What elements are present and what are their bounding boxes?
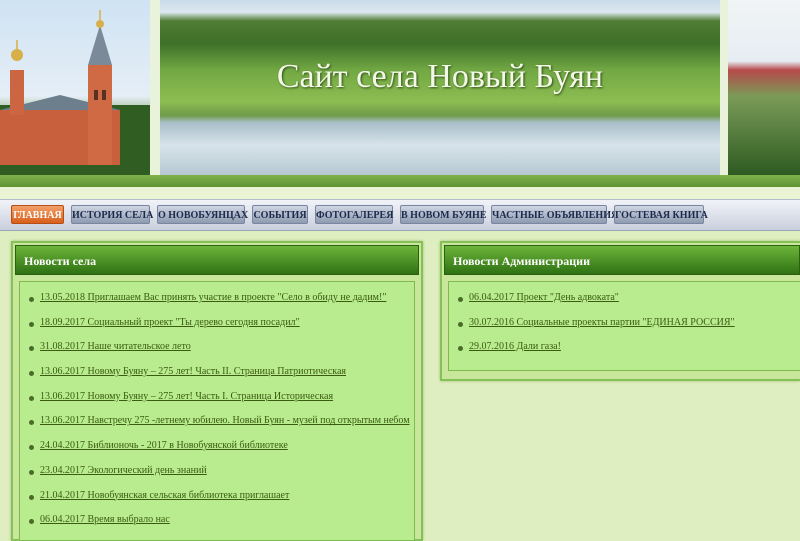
nav-private-ads[interactable]: ЧАСТНЫЕ ОБЪЯВЛЕНИЯ xyxy=(491,205,618,224)
bullet-icon xyxy=(29,445,34,451)
bullet-icon xyxy=(29,321,34,327)
list-item: 13.06.2017 Навстречу 275 -летнему юбилею… xyxy=(20,414,414,439)
list-item: 13.05.2018 Приглашаем Вас принять участи… xyxy=(20,291,414,316)
news-link[interactable]: 23.04.2017 Экологический день знаний xyxy=(40,465,207,476)
site-title: Сайт села Новый Буян xyxy=(276,58,604,95)
list-item: 13.06.2017 Новому Буяну – 275 лет! Часть… xyxy=(20,365,414,390)
news-link[interactable]: 30.07.2016 Социальные проекты партии "ЕД… xyxy=(469,317,735,328)
list-item: 30.07.2016 Социальные проекты партии "ЕД… xyxy=(449,316,800,341)
site-header: Сайт села Новый Буян xyxy=(0,0,800,175)
news-link[interactable]: 31.08.2017 Наше читательское лето xyxy=(40,341,191,352)
admin-news-title: Новости Администрации xyxy=(444,245,800,275)
nav-photo-gallery[interactable]: ФОТОГАЛЕРЕЯ xyxy=(315,205,393,224)
bullet-icon xyxy=(29,420,34,426)
village-news-panel: Новости села 13.05.2018 Приглашаем Вас п… xyxy=(11,241,423,541)
nav-in-novy-buyan[interactable]: В НОВОМ БУЯНЕ xyxy=(400,205,487,224)
list-item: 06.04.2017 Время выбрало нас xyxy=(20,513,414,538)
list-item: 31.08.2017 Наше читательское лето xyxy=(20,340,414,365)
admin-news-list: 06.04.2017 Проект "День адвоката" 30.07.… xyxy=(449,291,800,365)
nav-village-history[interactable]: ИСТОРИЯ СЕЛА xyxy=(71,205,153,224)
building-photo xyxy=(728,0,800,175)
bullet-icon xyxy=(29,494,34,500)
header-divider xyxy=(0,175,800,187)
bullet-icon xyxy=(458,321,463,327)
church-illustration xyxy=(0,10,150,175)
list-item: 06.04.2017 Проект "День адвоката" xyxy=(449,291,800,316)
bullet-icon xyxy=(29,371,34,377)
bullet-icon xyxy=(29,297,34,302)
village-news-list-box: 13.05.2018 Приглашаем Вас принять участи… xyxy=(19,281,415,541)
church-photo xyxy=(0,0,150,175)
news-link[interactable]: 29.07.2016 Дали газа! xyxy=(469,341,561,352)
news-link[interactable]: 13.06.2017 Новому Буяну – 275 лет! Часть… xyxy=(40,391,333,402)
header-spacer xyxy=(0,187,800,199)
news-link[interactable]: 13.06.2017 Навстречу 275 -летнему юбилею… xyxy=(40,415,410,426)
list-item: 24.04.2017 Библионочь - 2017 в Новобуянс… xyxy=(20,439,414,464)
news-link[interactable]: 24.04.2017 Библионочь - 2017 в Новобуянс… xyxy=(40,440,288,451)
list-item: 23.04.2017 Экологический день знаний xyxy=(20,464,414,489)
admin-news-panel: Новости Администрации 06.04.2017 Проект … xyxy=(440,241,800,381)
bullet-icon xyxy=(29,519,34,525)
news-link[interactable]: 13.06.2017 Новому Буяну – 275 лет! Часть… xyxy=(40,366,346,377)
village-news-list: 13.05.2018 Приглашаем Вас принять участи… xyxy=(20,291,414,538)
list-item: 29.07.2016 Дали газа! xyxy=(449,340,800,365)
nav-home[interactable]: ГЛАВНАЯ xyxy=(11,205,64,224)
main-nav: ГЛАВНАЯ ИСТОРИЯ СЕЛА О НОВОБУЯНЦАХ СОБЫТ… xyxy=(0,199,800,231)
list-item: 21.04.2017 Новобуянская сельская библиот… xyxy=(20,489,414,514)
news-link[interactable]: 18.09.2017 Социальный проект "Ты дерево … xyxy=(40,317,300,328)
nav-guestbook[interactable]: ГОСТЕВАЯ КНИГА xyxy=(614,205,708,224)
village-news-title: Новости села xyxy=(15,245,419,275)
news-link[interactable]: 06.04.2017 Проект "День адвоката" xyxy=(469,292,619,303)
nav-events[interactable]: СОБЫТИЯ xyxy=(252,205,308,224)
bullet-icon xyxy=(458,297,463,302)
news-link[interactable]: 13.05.2018 Приглашаем Вас принять участи… xyxy=(40,292,386,303)
list-item: 18.09.2017 Социальный проект "Ты дерево … xyxy=(20,316,414,341)
news-link[interactable]: 06.04.2017 Время выбрало нас xyxy=(40,514,170,525)
list-item: 13.06.2017 Новому Буяну – 275 лет! Часть… xyxy=(20,390,414,415)
news-link[interactable]: 21.04.2017 Новобуянская сельская библиот… xyxy=(40,490,289,501)
bullet-icon xyxy=(29,469,34,475)
admin-news-list-box: 06.04.2017 Проект "День адвоката" 30.07.… xyxy=(448,281,800,371)
nav-about-residents[interactable]: О НОВОБУЯНЦАХ xyxy=(157,205,248,224)
bullet-icon xyxy=(29,395,34,401)
bullet-icon xyxy=(29,346,34,352)
bullet-icon xyxy=(458,346,463,352)
